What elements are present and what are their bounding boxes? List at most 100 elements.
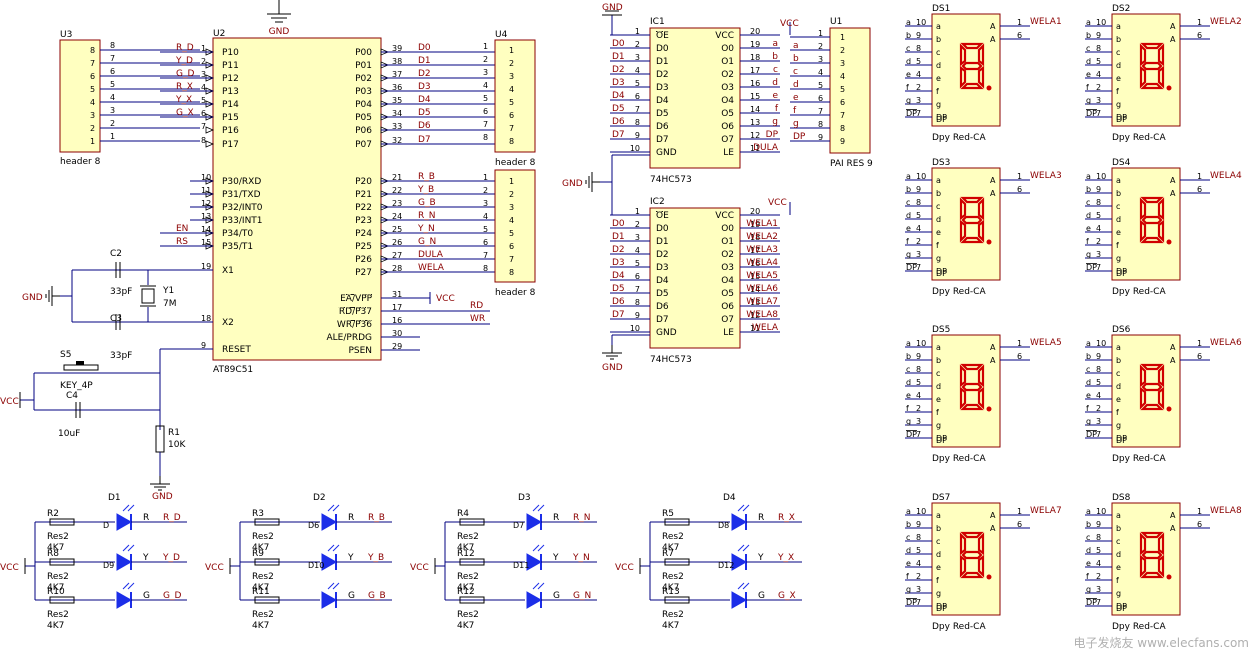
led-light-arrow [127, 582, 135, 590]
u2-right-pin-name: P22 [355, 203, 372, 213]
u4-wire-num: 8 [483, 133, 488, 142]
display-pin-num: 10 [916, 339, 926, 348]
display-pin-num: 4 [1096, 559, 1101, 568]
display-pin-label: c [906, 198, 910, 207]
display-seg-name: d [1116, 550, 1121, 559]
ic1-net-e: e [772, 91, 778, 101]
led-light-arrow [537, 504, 545, 512]
u2-right-pin-name: P07 [355, 140, 372, 150]
display-type: Dpy Red-CA [932, 454, 986, 464]
resistor-ref: R7 [662, 549, 674, 559]
display-pin-num: 7 [916, 109, 921, 118]
led-diode-icon [116, 591, 133, 609]
display-a-label: A [990, 176, 996, 185]
led-diode-icon [321, 513, 338, 531]
display-pin-num: 9 [1096, 31, 1101, 40]
display-pin-num: 3 [916, 96, 921, 105]
display-seg-name: d [936, 215, 941, 224]
display-pin-num: 10 [1096, 507, 1106, 516]
display-seg-name: a [1116, 176, 1121, 185]
led-designator: D9 [103, 561, 114, 570]
segment-dp [1166, 85, 1172, 91]
wr-net: WR [470, 314, 485, 324]
u3-pin-num: 5 [90, 85, 95, 94]
u3-pin-num: 1 [90, 137, 95, 146]
u1-body [829, 27, 871, 154]
y1-ref: Y1 [162, 286, 174, 296]
display-a-num: 1 [1197, 18, 1202, 27]
resistor-ref: R12 [457, 549, 475, 559]
u5-pin-num: 8 [509, 268, 514, 277]
u2-net-d7: D7 [418, 135, 431, 145]
display-pin-label: f [906, 237, 909, 246]
display-pin-label: f [1086, 572, 1089, 581]
resistor-value: 4K7 [47, 621, 64, 631]
u2-left-pin-name: P17 [222, 140, 239, 150]
display-seg-name: e [936, 395, 941, 404]
display-a-num: 1 [1197, 172, 1202, 181]
ic2-net-d5: D5 [612, 284, 625, 294]
resistor-type: Res2 [252, 572, 274, 582]
led-vcc-label: VCC [205, 563, 224, 573]
u4-name: header 8 [495, 158, 536, 168]
u2-net-d5: D5 [418, 108, 431, 118]
display-seg-name: e [1116, 228, 1121, 237]
display-pin-num: 5 [1096, 546, 1101, 555]
ic1-left-pin: GND [656, 148, 677, 158]
ic2-left-pin: D0 [656, 224, 669, 234]
u2-net-r_n: R_N [418, 211, 436, 221]
display-pin-label: a [1086, 339, 1091, 348]
ic2-right-pin: LE [723, 328, 734, 338]
display-seg-name: c [1116, 369, 1120, 378]
ic2-left-pin: D3 [656, 263, 669, 273]
u2-right-pin-name: P21 [355, 190, 372, 200]
ic2-right-pin: O0 [721, 224, 734, 234]
u2-right-pin-name: PSEN [348, 346, 372, 356]
resistor-ref: R8 [47, 549, 59, 559]
ic1-left-pin: D6 [656, 122, 669, 132]
display-pin-num: 4 [916, 559, 921, 568]
u2-left-pin-name: P34/T0 [222, 229, 253, 239]
u2-left-pin-name: P14 [222, 100, 239, 110]
ic1-left-pin: D1 [656, 57, 669, 67]
display-a-num: 6 [1017, 520, 1022, 529]
u2-net-d6: D6 [418, 121, 431, 131]
ic2-net-d6: D6 [612, 297, 625, 307]
display-pin-label: g [1086, 585, 1091, 594]
led-net-r_x: R_X [778, 513, 795, 523]
ic1-left-pin: D3 [656, 83, 669, 93]
display-pin-label: f [1086, 83, 1089, 92]
u5-name: header 8 [495, 288, 536, 298]
resistor-type: Res2 [662, 532, 684, 542]
u2-left-pin-name: P10 [222, 48, 239, 58]
u2-net-r_x: R_X [176, 82, 193, 92]
display-a-label: A [990, 356, 996, 365]
led-net-g_x: G_X [778, 591, 796, 601]
display-pin-label: e [906, 70, 911, 79]
u4-wire-num: 4 [483, 81, 488, 90]
resistor-type: Res2 [457, 572, 479, 582]
display-wela-net: WELA6 [1210, 338, 1242, 348]
u1-pin-num: 9 [840, 137, 845, 146]
display-pin-label: c [1086, 533, 1090, 542]
u5-wire-num: 5 [483, 225, 488, 234]
ic2-net-d7: D7 [612, 310, 625, 320]
display-pin-num: 2 [1096, 404, 1101, 413]
u1-net: b [793, 54, 799, 64]
display-a-label: A [1170, 524, 1176, 533]
resistor-type: Res2 [662, 610, 684, 620]
display-seg-name: f [936, 87, 939, 96]
u2-net-d4: D4 [418, 95, 431, 105]
led-light-arrow [737, 544, 745, 552]
display-pin-num: 9 [916, 31, 921, 40]
led-light-arrow [332, 504, 340, 512]
led-net-y_x: Y_X [777, 553, 794, 563]
display-seg-name: d [1116, 382, 1121, 391]
u3-pin-num: 2 [90, 124, 95, 133]
display-seg-name: f [1116, 87, 1119, 96]
display-pin-num: 9 [1096, 352, 1101, 361]
segment-dp [1166, 574, 1172, 580]
led-designator: D10 [308, 561, 324, 570]
u1-net: DP [793, 132, 806, 142]
ic2-gnd-label: GND [602, 363, 623, 373]
